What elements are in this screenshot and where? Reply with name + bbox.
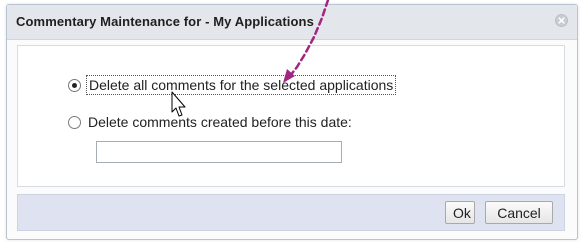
option-delete-all-label[interactable]: Delete all comments for the selected app… — [86, 75, 397, 95]
option-delete-before-date-label[interactable]: Delete comments created before this date… — [86, 113, 354, 131]
radio-delete-all[interactable] — [68, 78, 81, 92]
dialog-content: Delete all comments for the selected app… — [17, 45, 565, 187]
dialog-footer: Ok Cancel — [17, 194, 565, 231]
commentary-maintenance-dialog: Commentary Maintenance for - My Applicat… — [6, 4, 578, 240]
dialog-titlebar: Commentary Maintenance for - My Applicat… — [7, 5, 577, 40]
option-delete-before-date[interactable]: Delete comments created before this date… — [68, 113, 354, 131]
radio-delete-before-date[interactable] — [68, 115, 81, 129]
ok-button[interactable]: Ok — [445, 201, 475, 224]
dialog-title: Commentary Maintenance for - My Applicat… — [16, 14, 314, 29]
date-input[interactable] — [96, 141, 342, 163]
option-delete-all[interactable]: Delete all comments for the selected app… — [68, 75, 397, 95]
cancel-button[interactable]: Cancel — [485, 201, 553, 224]
close-icon[interactable] — [555, 14, 568, 27]
